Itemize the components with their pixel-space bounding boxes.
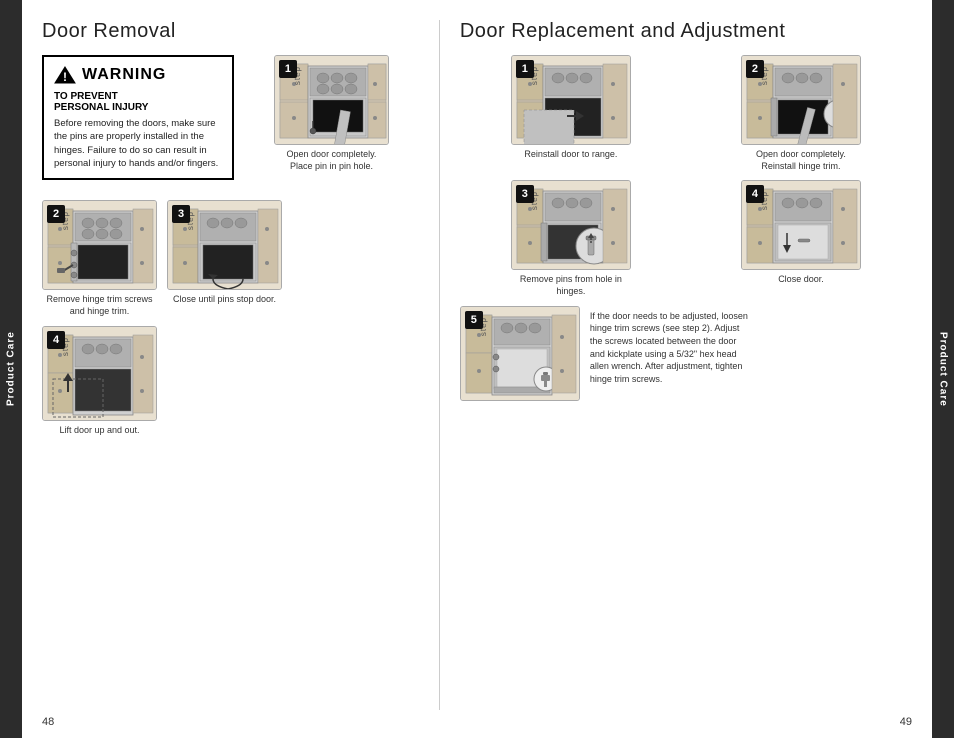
warning-header: ! WARNING: [54, 65, 222, 85]
rep-step2-image: 2 step: [741, 55, 861, 145]
page-container: Product Care Door Removal !: [0, 0, 954, 738]
door-replacement-section: Door Replacement and Adjustment 1 step: [440, 20, 912, 710]
rep-step2: 2 step: [690, 55, 912, 172]
removal-step4: 4 step: [42, 326, 157, 437]
removal-step2: 2 step: [42, 200, 157, 317]
rep-step2-caption: Open door completely.Reinstall hinge tri…: [756, 149, 846, 172]
step4-caption: Lift door up and out.: [59, 425, 139, 437]
page-number-left: 48: [42, 716, 54, 728]
rep-step3-caption: Remove pins from hole in hinges.: [511, 274, 631, 297]
replacement-top-row: 1 step: [460, 55, 912, 172]
removal-top-row: ! WARNING TO PREVENTPERSONAL INJURY Befo…: [42, 55, 419, 192]
door-replacement-title: Door Replacement and Adjustment: [460, 20, 912, 43]
sections-row: Door Removal ! WARNING: [42, 20, 912, 710]
removal-step2-image: 2 step: [42, 200, 157, 290]
warning-area: ! WARNING TO PREVENTPERSONAL INJURY Befo…: [42, 55, 234, 192]
rep-step3: 3 step: [460, 180, 682, 297]
rep-step3-image: 3 step: [511, 180, 631, 270]
rep-step5: 5 step: [460, 306, 750, 401]
main-content: Door Removal ! WARNING: [22, 0, 932, 738]
warning-title: WARNING: [82, 66, 166, 84]
step1-badge: 1: [279, 60, 297, 78]
rep-step4-badge: 4: [746, 185, 764, 203]
rep-step1-image: 1 step: [511, 55, 631, 145]
rep-step4: 4 step: [690, 180, 912, 297]
removal-step3: 3 step: [167, 200, 282, 317]
rep-step1-badge: 1: [516, 60, 534, 78]
rep-step5-image: 5 step: [460, 306, 580, 401]
step3-badge: 3: [172, 205, 190, 223]
door-removal-section: Door Removal ! WARNING: [42, 20, 440, 710]
rep-step3-badge: 3: [516, 185, 534, 203]
warning-triangle-icon: !: [54, 65, 76, 85]
left-side-tab: Product Care: [0, 0, 22, 738]
step3-caption: Close until pins stop door.: [173, 294, 276, 306]
rep-step1: 1 step: [460, 55, 682, 172]
step4-badge: 4: [47, 331, 65, 349]
page-number-right: 49: [900, 716, 912, 728]
step2-badge: 2: [47, 205, 65, 223]
rep-step5-caption: If the door needs to be adjusted, loosen…: [590, 306, 750, 386]
rep-step4-image: 4 step: [741, 180, 861, 270]
rep-step5-badge: 5: [465, 311, 483, 329]
warning-subtitle: TO PREVENTPERSONAL INJURY: [54, 91, 222, 113]
warning-box: ! WARNING TO PREVENTPERSONAL INJURY Befo…: [42, 55, 234, 180]
svg-text:!: !: [63, 70, 67, 84]
rep-step4-caption: Close door.: [778, 274, 824, 286]
removal-step3-image: 3 step: [167, 200, 282, 290]
right-side-tab: Product Care: [932, 0, 954, 738]
removal-row3: 4 step: [42, 326, 419, 437]
rep-step1-caption: Reinstall door to range.: [524, 149, 617, 161]
warning-text: Before removing the doors, make sure the…: [54, 117, 222, 170]
removal-row2: 2 step: [42, 200, 419, 317]
replacement-row2: 3 step: [460, 180, 912, 297]
removal-step1-area: 1 step: [244, 55, 419, 192]
page-numbers: 48 49: [42, 710, 912, 728]
rep-step2-badge: 2: [746, 60, 764, 78]
door-removal-title: Door Removal: [42, 20, 419, 43]
step1-caption: Open door completely.Place pin in pin ho…: [287, 149, 377, 172]
removal-step4-image: 4 step: [42, 326, 157, 421]
replacement-row3: 5 step: [460, 306, 912, 401]
step2-caption: Remove hinge trim screwsand hinge trim.: [46, 294, 152, 317]
removal-step1-image: 1 step: [274, 55, 389, 145]
